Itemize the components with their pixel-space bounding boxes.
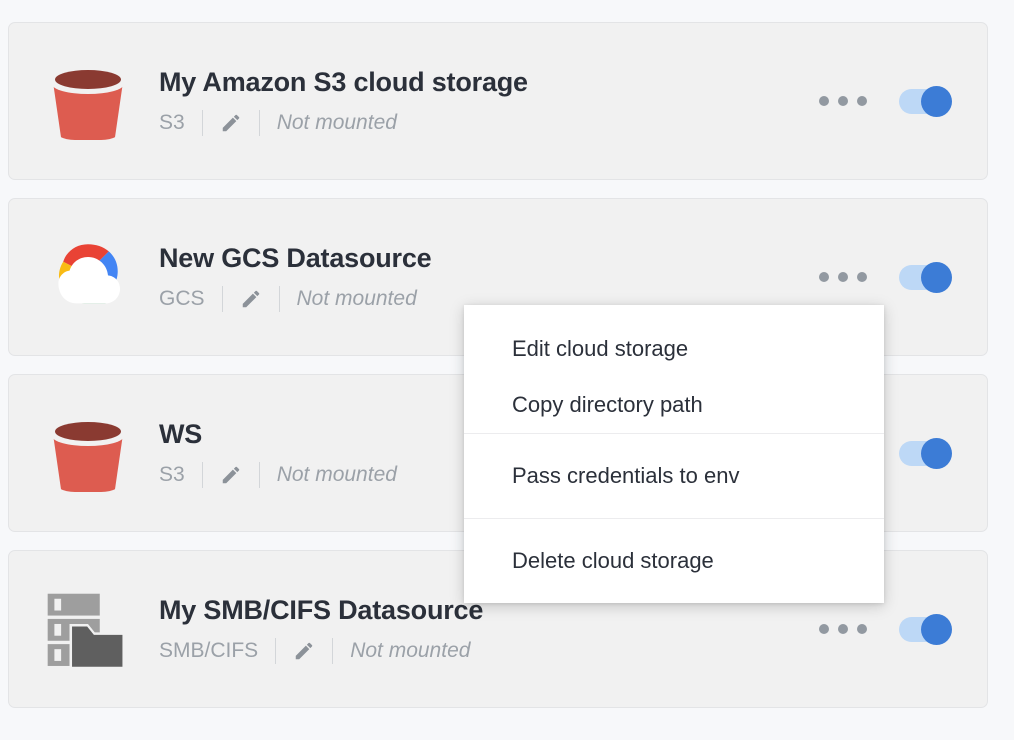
storage-text-block: My Amazon S3 cloud storage S3 Not mounte… <box>131 67 817 136</box>
storage-type-label: GCS <box>159 287 205 311</box>
more-horizontal-icon[interactable] <box>817 616 869 642</box>
meta-divider <box>258 109 260 136</box>
storage-type-label: S3 <box>159 111 185 135</box>
menu-item-delete-cloud-storage[interactable]: Delete cloud storage <box>464 533 884 589</box>
storage-card[interactable]: My Amazon S3 cloud storage S3 Not mounte… <box>8 22 988 180</box>
storage-icon <box>45 234 131 320</box>
storage-icon <box>45 586 131 672</box>
pencil-icon[interactable] <box>293 640 315 662</box>
meta-divider <box>278 285 280 312</box>
menu-item-pass-credentials-to-env[interactable]: Pass credentials to env <box>464 448 884 504</box>
menu-item-edit-cloud-storage[interactable]: Edit cloud storage <box>464 321 884 377</box>
storage-icon <box>45 410 131 496</box>
pencil-icon[interactable] <box>220 464 242 486</box>
storage-status: Not mounted <box>276 111 397 135</box>
smb-server-folder-icon <box>46 587 130 671</box>
meta-divider <box>275 637 277 664</box>
storage-meta: S3 Not mounted <box>159 109 817 136</box>
menu-group-credentials: Pass credentials to env <box>464 434 884 518</box>
meta-divider <box>258 461 260 488</box>
menu-group-primary: Edit cloud storage Copy directory path <box>464 321 884 433</box>
storage-enable-toggle[interactable] <box>899 614 952 645</box>
more-horizontal-icon[interactable] <box>817 88 869 114</box>
storage-actions <box>817 614 987 645</box>
pencil-icon[interactable] <box>220 112 242 134</box>
menu-group-destructive: Delete cloud storage <box>464 519 884 589</box>
storage-status: Not mounted <box>276 463 397 487</box>
storage-icon <box>45 58 131 144</box>
storage-meta: SMB/CIFS Not mounted <box>159 637 817 664</box>
s3-bucket-icon <box>49 62 127 140</box>
storage-actions <box>817 86 987 117</box>
storage-title: My Amazon S3 cloud storage <box>159 67 528 98</box>
storage-enable-toggle[interactable] <box>899 438 952 469</box>
meta-divider <box>221 285 223 312</box>
storage-title: New GCS Datasource <box>159 243 432 274</box>
meta-divider <box>332 637 334 664</box>
storage-status: Not mounted <box>350 639 471 663</box>
more-horizontal-icon[interactable] <box>817 264 869 290</box>
storage-text-block: My SMB/CIFS Datasource SMB/CIFS Not moun… <box>131 595 817 664</box>
storage-type-label: SMB/CIFS <box>159 639 259 663</box>
storage-actions <box>817 262 987 293</box>
menu-item-copy-directory-path[interactable]: Copy directory path <box>464 377 884 433</box>
storage-status: Not mounted <box>296 287 417 311</box>
s3-bucket-icon <box>49 414 127 492</box>
storage-enable-toggle[interactable] <box>899 262 952 293</box>
storage-enable-toggle[interactable] <box>899 86 952 117</box>
google-cloud-icon <box>48 241 128 313</box>
storage-text-block: New GCS Datasource GCS Not mounted <box>131 243 817 312</box>
meta-divider <box>201 109 203 136</box>
meta-divider <box>201 461 203 488</box>
storage-context-menu: Edit cloud storage Copy directory path P… <box>464 305 884 603</box>
pencil-icon[interactable] <box>240 288 262 310</box>
storage-type-label: S3 <box>159 463 185 487</box>
